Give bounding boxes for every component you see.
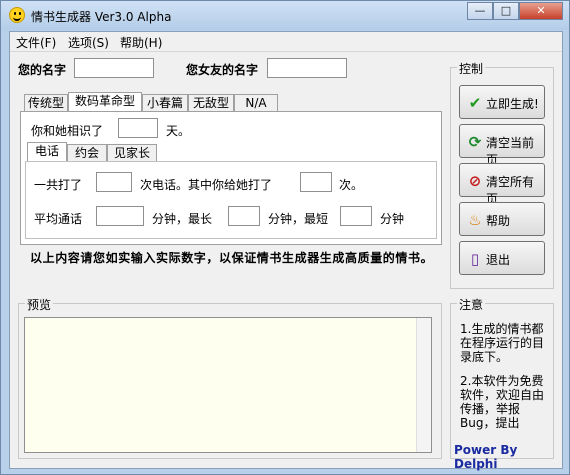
avg-call-input[interactable] — [96, 206, 144, 226]
tab-digital-revolution[interactable]: 数码革命型 — [68, 92, 142, 112]
client-area: 文件(F) 选项(S) 帮助(H) 您的名字 您女友的名字 传统型 数码革命型 … — [9, 31, 563, 471]
generate-button-label: 立即生成! — [486, 97, 539, 111]
menu-help[interactable]: 帮助(H) — [120, 34, 162, 51]
notes-paragraph-1: 1.生成的情书都在程序运行的目录底下。 — [460, 322, 545, 364]
preview-textarea[interactable] — [24, 317, 432, 453]
subtab-meet-parents[interactable]: 见家长 — [107, 144, 157, 162]
clear-all-pages-button[interactable]: ⊘ 清空所有页 — [459, 163, 545, 206]
shortest-call-input[interactable] — [340, 206, 372, 226]
help-button-label: 帮助 — [486, 214, 511, 228]
tab-panel: 你和她相识了 天。 电话 约会 见家长 一共打了 次电话。其中你给她打了 次。 … — [20, 111, 442, 245]
days-known-input[interactable] — [118, 118, 158, 138]
your-calls-label: 次电话。其中你给她打了 — [140, 178, 273, 192]
acquaint-suffix: 天。 — [166, 124, 191, 138]
times-suffix: 次。 — [339, 178, 364, 192]
minutes-suffix: 分钟 — [380, 212, 405, 226]
preview-scrollbar[interactable] — [416, 318, 431, 452]
acquaint-prefix: 你和她相识了 — [31, 124, 104, 138]
notes-text: 1.生成的情书都在程序运行的目录底下。 2.本软件为免费软件，欢迎自由传播，举报… — [460, 322, 554, 430]
total-calls-input[interactable] — [96, 172, 132, 192]
exit-button[interactable]: ▯ 退出 — [459, 241, 545, 275]
subtab-phone[interactable]: 电话 — [27, 142, 67, 162]
preview-group-title: 预览 — [25, 296, 54, 313]
tab-traditional[interactable]: 传统型 — [24, 94, 68, 112]
close-button[interactable]: ✕ — [519, 2, 563, 20]
generate-button[interactable]: ✔ 立即生成! — [459, 85, 545, 119]
exit-door-icon: ▯ — [470, 250, 480, 268]
your-name-input[interactable] — [74, 58, 154, 78]
menu-file[interactable]: 文件(F) — [16, 34, 56, 51]
powered-by-label: Power By Delphi — [454, 443, 518, 471]
maximize-button[interactable]: □ — [493, 2, 519, 20]
notes-paragraph-2: 2.本软件为免费软件，欢迎自由传播，举报Bug，提出 — [460, 374, 545, 430]
phone-panel: 一共打了 次电话。其中你给她打了 次。 平均通话 分钟，最长 分钟，最短 分钟 — [25, 161, 437, 239]
subtab-date[interactable]: 约会 — [67, 144, 107, 162]
help-button[interactable]: ♨ 帮助 — [459, 202, 545, 236]
notes-group-title: 注意 — [457, 296, 486, 313]
exit-button-label: 退出 — [486, 253, 511, 267]
clear-current-page-button[interactable]: ⟳ 清空当前页 — [459, 124, 545, 167]
title-bar[interactable]: 情书生成器 Ver3.0 Alpha — □ ✕ — [1, 1, 569, 30]
menu-options[interactable]: 选项(S) — [68, 34, 109, 51]
window-title: 情书生成器 Ver3.0 Alpha — [31, 10, 172, 24]
help-icon: ♨ — [468, 211, 482, 229]
app-window: 情书生成器 Ver3.0 Alpha — □ ✕ 文件(F) 选项(S) 帮助(… — [0, 0, 570, 475]
your-calls-input[interactable] — [300, 172, 332, 192]
check-icon: ✔ — [468, 94, 482, 112]
minimize-button[interactable]: — — [467, 2, 493, 20]
total-calls-label: 一共打了 — [34, 178, 83, 192]
girlfriend-name-label: 您女友的名字 — [186, 63, 259, 77]
smiley-app-icon — [9, 7, 25, 23]
accuracy-notice: 以上内容请您如实输入实际数字，以保证情书生成器生成高质量的情书。 — [30, 251, 434, 265]
your-name-label: 您的名字 — [18, 63, 67, 77]
tab-na[interactable]: N/A — [234, 94, 278, 112]
avg-call-label: 平均通话 — [34, 212, 83, 226]
longest-label: 分钟，最长 — [152, 212, 213, 226]
control-group: 控制 ✔ 立即生成! ⟳ 清空当前页 ⊘ 清空所有页 ♨ 帮助 ▯ 退出 — [450, 60, 554, 289]
tab-xiaochun[interactable]: 小春篇 — [142, 94, 188, 112]
menu-bar: 文件(F) 选项(S) 帮助(H) — [10, 32, 562, 52]
longest-call-input[interactable] — [228, 206, 260, 226]
no-entry-icon: ⊘ — [468, 172, 482, 190]
girlfriend-name-input[interactable] — [267, 58, 347, 78]
shortest-label: 分钟，最短 — [268, 212, 329, 226]
tab-invincible[interactable]: 无敌型 — [188, 94, 234, 112]
control-group-title: 控制 — [457, 60, 486, 77]
refresh-icon: ⟳ — [468, 133, 482, 151]
